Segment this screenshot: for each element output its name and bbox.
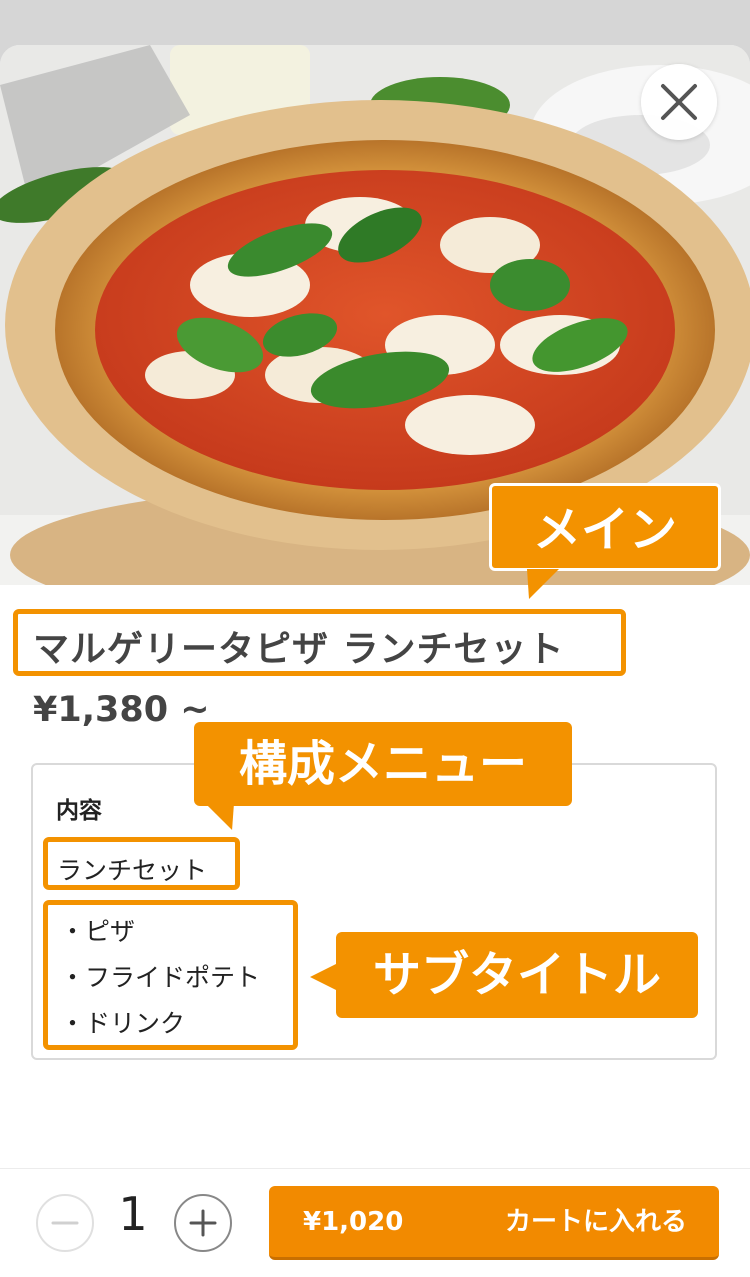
annotation-subtitle-tail	[310, 963, 338, 991]
plus-icon	[189, 1209, 217, 1237]
annotation-subtitle: サブタイトル	[336, 932, 698, 1018]
contents-heading: 内容	[56, 798, 102, 824]
product-title: マルゲリータピザ ランチセット	[33, 629, 565, 670]
annotation-main: メイン	[489, 483, 721, 571]
cart-button-label: カートに入れる	[504, 1207, 687, 1237]
product-price: ¥1,380 ~	[33, 690, 210, 730]
quantity-value: 1	[118, 1187, 148, 1241]
increase-quantity-button[interactable]	[174, 1194, 232, 1252]
cart-price: ¥1,020	[303, 1207, 404, 1237]
close-icon	[661, 84, 697, 120]
annotation-composition: 構成メニュー	[194, 722, 572, 806]
cart-bar: 1 ¥1,020 カートに入れる	[0, 1168, 750, 1277]
list-item: ・フライドポテト	[60, 963, 261, 992]
list-item: ・ピザ	[60, 917, 136, 946]
decrease-quantity-button[interactable]	[36, 1194, 94, 1252]
add-to-cart-button[interactable]: ¥1,020 カートに入れる	[269, 1186, 719, 1260]
minus-icon	[51, 1221, 79, 1225]
product-detail-sheet: メイン マルゲリータピザ ランチセット ¥1,380 ~ 内容 構成メニュー ラ…	[0, 45, 750, 1277]
close-button[interactable]	[641, 64, 717, 140]
list-item: ・ドリンク	[60, 1009, 186, 1038]
set-name: ランチセット	[57, 856, 208, 885]
